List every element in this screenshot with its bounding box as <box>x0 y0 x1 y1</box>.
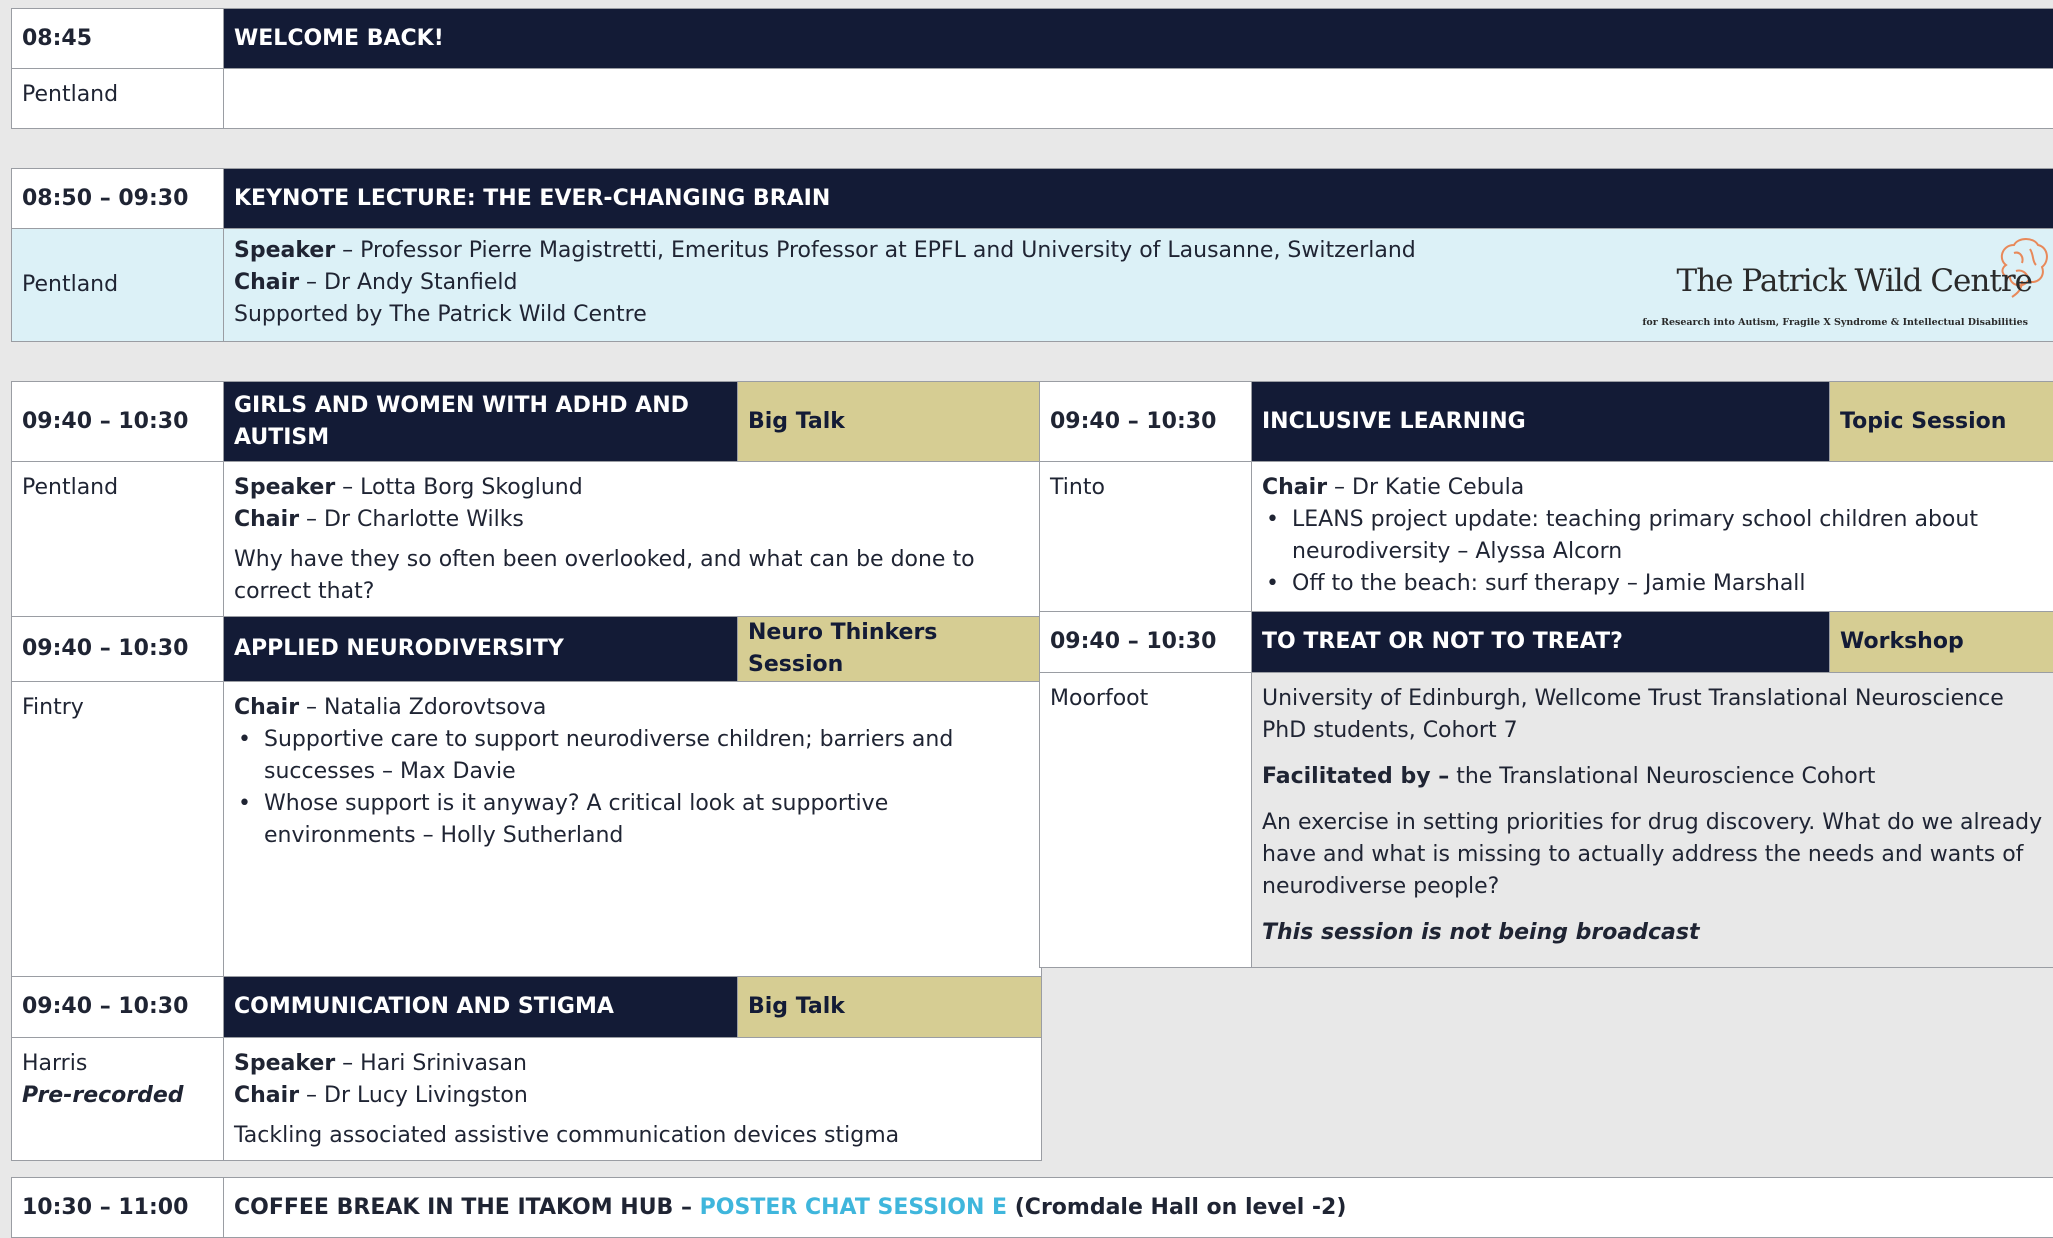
welcome-time: 08:45 <box>12 9 224 69</box>
girls-chair: Chair – Dr Charlotte Wilks <box>234 504 1031 536</box>
comm-body: Speaker – Hari Srinivasan Chair – Dr Luc… <box>224 1038 1042 1161</box>
applied-item: Whose support is it anyway? A critical l… <box>234 788 1031 852</box>
comm-chair: Chair – Dr Lucy Livingston <box>234 1080 1031 1112</box>
inclusive-body: Chair – Dr Katie Cebula LEANS project up… <box>1252 462 2053 612</box>
coffee-title: COFFEE BREAK IN THE ITAKOM HUB – POSTER … <box>224 1178 2053 1238</box>
logo-title: The Patrick Wild Centre <box>1677 265 2032 297</box>
keynote-block: 08:50 – 09:30 KEYNOTE LECTURE: THE EVER-… <box>11 168 2053 342</box>
poster-chat-link: POSTER CHAT SESSION E <box>700 1195 1007 1220</box>
applied-item: Supportive care to support neurodiverse … <box>234 724 1031 788</box>
applied-time: 09:40 – 10:30 <box>12 617 224 682</box>
treat-tag: Workshop <box>1830 612 2053 673</box>
comm-room-note: Pre-recorded <box>22 1080 213 1112</box>
inclusive-item: Off to the beach: surf therapy – Jamie M… <box>1262 568 2051 600</box>
applied-title: APPLIED NEURODIVERSITY <box>224 617 738 682</box>
applied-room: Fintry <box>12 682 224 977</box>
treat-room: Moorfoot <box>1040 673 1252 968</box>
applied-chair: Chair – Natalia Zdorovtsova <box>234 692 1031 724</box>
treat-time: 09:40 – 10:30 <box>1040 612 1252 673</box>
comm-time: 09:40 – 10:30 <box>12 977 224 1038</box>
programme-page: 08:45 WELCOME BACK! Pentland 08:50 – 09:… <box>0 0 2053 1231</box>
girls-tag: Big Talk <box>738 382 1042 462</box>
welcome-title: WELCOME BACK! <box>224 9 2053 69</box>
treat-intro: University of Edinburgh, Wellcome Trust … <box>1262 683 2051 747</box>
treat-note: This session is not being broadcast <box>1262 917 2051 949</box>
girls-title: GIRLS AND WOMEN WITH ADHD AND AUTISM <box>224 382 738 462</box>
girls-room: Pentland <box>12 462 224 617</box>
coffee-time: 10:30 – 11:00 <box>12 1178 224 1238</box>
inclusive-time: 09:40 – 10:30 <box>1040 382 1252 462</box>
left-sessions: 09:40 – 10:30 GIRLS AND WOMEN WITH ADHD … <box>11 381 1042 1161</box>
treat-title: TO TREAT OR NOT TO TREAT? <box>1252 612 1830 673</box>
girls-body: Speaker – Lotta Borg Skoglund Chair – Dr… <box>224 462 1042 617</box>
girls-speaker: Speaker – Lotta Borg Skoglund <box>234 472 1031 504</box>
patrick-wild-centre-logo: The Patrick Wild Centre for Research int… <box>1694 235 2053 325</box>
right-sessions: 09:40 – 10:30 INCLUSIVE LEARNING Topic S… <box>1039 381 2053 968</box>
applied-tag: Neuro Thinkers Session <box>738 617 1042 682</box>
comm-speaker: Speaker – Hari Srinivasan <box>234 1048 1031 1080</box>
keynote-time: 08:50 – 09:30 <box>12 169 224 229</box>
keynote-title: KEYNOTE LECTURE: THE EVER-CHANGING BRAIN <box>224 169 2053 229</box>
keynote-body: Speaker – Professor Pierre Magistretti, … <box>224 229 2053 342</box>
treat-desc: An exercise in setting priorities for dr… <box>1262 807 2051 903</box>
girls-desc: Why have they so often been overlooked, … <box>234 544 1031 608</box>
comm-room: Harris Pre-recorded <box>12 1038 224 1161</box>
welcome-body <box>224 69 2053 129</box>
inclusive-chair: Chair – Dr Katie Cebula <box>1262 472 2051 504</box>
logo-subtitle: for Research into Autism, Fragile X Synd… <box>1642 307 2028 339</box>
treat-facilitated: Facilitated by – the Translational Neuro… <box>1262 761 2051 793</box>
girls-time: 09:40 – 10:30 <box>12 382 224 462</box>
welcome-room: Pentland <box>12 69 224 129</box>
inclusive-tag: Topic Session <box>1830 382 2053 462</box>
treat-body: University of Edinburgh, Wellcome Trust … <box>1252 673 2053 968</box>
inclusive-room: Tinto <box>1040 462 1252 612</box>
welcome-block: 08:45 WELCOME BACK! Pentland <box>11 8 2053 129</box>
keynote-room: Pentland <box>12 229 224 342</box>
applied-body: Chair – Natalia Zdorovtsova Supportive c… <box>224 682 1042 977</box>
comm-title: COMMUNICATION AND STIGMA <box>224 977 738 1038</box>
inclusive-item: LEANS project update: teaching primary s… <box>1262 504 2051 568</box>
coffee-block: 10:30 – 11:00 COFFEE BREAK IN THE ITAKOM… <box>11 1177 2053 1238</box>
comm-desc: Tackling associated assistive communicat… <box>234 1120 1031 1152</box>
inclusive-title: INCLUSIVE LEARNING <box>1252 382 1830 462</box>
comm-tag: Big Talk <box>738 977 1042 1038</box>
